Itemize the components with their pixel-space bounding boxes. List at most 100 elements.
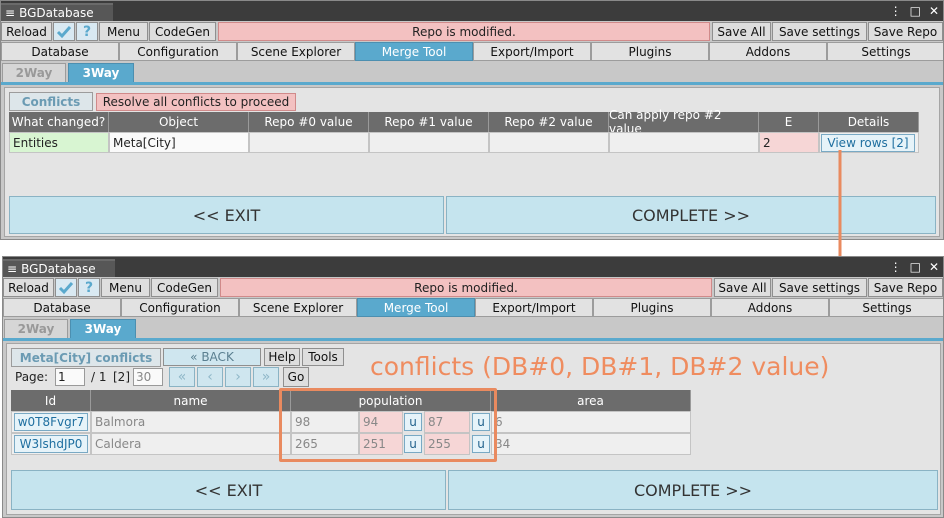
col-area: area: [491, 390, 691, 411]
cell-what-changed: Entities: [9, 132, 109, 153]
row-id-button[interactable]: W3lshdJP0: [14, 435, 88, 453]
tab-addons[interactable]: Addons: [711, 298, 829, 317]
tab-configuration[interactable]: Configuration: [119, 42, 237, 61]
close-icon[interactable]: ✕: [929, 259, 939, 275]
window-controls-2: ⋮ □ ✕: [890, 259, 939, 275]
tab-merge-tool[interactable]: Merge Tool: [355, 42, 473, 61]
save-repo-button-2[interactable]: Save Repo: [868, 278, 943, 297]
menu-button[interactable]: Menu: [99, 22, 148, 41]
tab-scene-explorer[interactable]: Scene Explorer: [237, 42, 355, 61]
status-message: Repo is modified.: [218, 22, 710, 41]
back-label: BACK: [201, 350, 234, 364]
maximize-icon[interactable]: □: [910, 259, 921, 275]
maximize-icon[interactable]: □: [910, 3, 921, 19]
question-icon[interactable]: ?: [78, 278, 100, 297]
tools-button[interactable]: Tools: [302, 348, 344, 366]
window-titlebar-2: ≡ BGDatabase ⋮ □ ✕: [3, 257, 943, 277]
hamburger-icon: ≡: [7, 262, 18, 276]
reload-button-2[interactable]: Reload: [3, 278, 54, 297]
tab-addons[interactable]: Addons: [709, 42, 827, 61]
save-settings-button[interactable]: Save settings: [772, 22, 867, 41]
codegen-button-2[interactable]: CodeGen: [151, 278, 218, 297]
subtab-2way[interactable]: 2Way: [2, 63, 66, 83]
window-controls: ⋮ □ ✕: [890, 3, 939, 19]
tab-settings[interactable]: Settings: [827, 42, 943, 61]
exit-button-2[interactable]: << EXIT: [11, 470, 446, 510]
subtab-2way[interactable]: 2Way: [4, 319, 68, 339]
save-all-button[interactable]: Save All: [712, 22, 771, 41]
reload-button[interactable]: Reload: [1, 22, 52, 41]
col-id: Id: [11, 390, 91, 411]
table-row-cell-area: 34: [491, 433, 691, 455]
cell-e: 2: [759, 132, 819, 153]
check-icon[interactable]: [55, 278, 77, 297]
tab-merge-tool[interactable]: Merge Tool: [357, 298, 475, 317]
conflicts-title: Meta[City] conflicts: [11, 348, 161, 367]
prev-page-icon[interactable]: ‹: [197, 367, 223, 387]
codegen-button[interactable]: CodeGen: [149, 22, 216, 41]
complete-button[interactable]: COMPLETE >>: [446, 196, 936, 234]
col-name: name: [91, 390, 291, 411]
close-icon[interactable]: ✕: [929, 3, 939, 19]
subtab-underline: [1, 82, 943, 85]
col-details: Details: [819, 112, 919, 132]
window-titlebar: ≡ BGDatabase ⋮ □ ✕: [1, 1, 943, 21]
back-button[interactable]: « BACK: [163, 348, 261, 366]
exit-button[interactable]: << EXIT: [9, 196, 444, 234]
tab-configuration[interactable]: Configuration: [121, 298, 239, 317]
cell-can-apply: [609, 132, 759, 153]
save-settings-button-2[interactable]: Save settings: [772, 278, 867, 297]
tab-database[interactable]: Database: [3, 298, 121, 317]
question-icon[interactable]: ?: [76, 22, 98, 41]
cell-repo1: [369, 132, 489, 153]
page-input[interactable]: 1: [55, 368, 85, 386]
page-total: / 1: [91, 370, 107, 384]
more-options-icon[interactable]: ⋮: [890, 259, 902, 275]
first-page-icon[interactable]: «: [169, 367, 195, 387]
merge-tool-panel-conflicts: ≡ BGDatabase ⋮ □ ✕ Reload ? Menu CodeGen…: [2, 256, 944, 518]
more-options-icon[interactable]: ⋮: [890, 3, 902, 19]
hamburger-icon: ≡: [5, 6, 16, 20]
row-id-button[interactable]: w0T8Fvgr7: [14, 413, 88, 431]
tab-plugins[interactable]: Plugins: [593, 298, 711, 317]
last-page-icon[interactable]: »: [253, 367, 279, 387]
check-icon[interactable]: [53, 22, 75, 41]
tab-settings[interactable]: Settings: [829, 298, 943, 317]
tab-export-import[interactable]: Export/Import: [473, 42, 591, 61]
page-size-input[interactable]: 30: [133, 368, 163, 386]
conflicts-tab[interactable]: Conflicts: [9, 92, 93, 111]
tab-database[interactable]: Database: [1, 42, 119, 61]
table-row-cell-name: Balmora: [91, 411, 291, 433]
conflicts-warning: Resolve all conflicts to proceed: [96, 93, 296, 111]
cell-repo0: [249, 132, 369, 153]
cell-repo2: [489, 132, 609, 153]
col-repo1: Repo #1 value: [369, 112, 489, 132]
window-tab-2[interactable]: ≡ BGDatabase: [3, 259, 115, 277]
subtab-3way[interactable]: 3Way: [70, 319, 136, 339]
subtab-3way[interactable]: 3Way: [68, 63, 134, 83]
subtab-underline: [3, 338, 943, 341]
table-row-cell-area: 6: [491, 411, 691, 433]
complete-button-2[interactable]: COMPLETE >>: [448, 470, 938, 510]
col-what-changed: What changed?: [9, 112, 109, 132]
annotation-highlight-box: [279, 388, 497, 462]
page-label: Page:: [15, 370, 49, 384]
main-tab-bar: Database Configuration Scene Explorer Me…: [1, 42, 943, 61]
go-button[interactable]: Go: [283, 367, 309, 387]
save-all-button-2[interactable]: Save All: [714, 278, 771, 297]
col-can-apply: Can apply repo #2 value: [609, 108, 759, 136]
window-title-2: BGDatabase: [21, 262, 96, 276]
save-repo-button[interactable]: Save Repo: [868, 22, 943, 41]
menu-button-2[interactable]: Menu: [101, 278, 150, 297]
tab-export-import[interactable]: Export/Import: [475, 298, 593, 317]
help-button[interactable]: Help: [264, 348, 300, 366]
window-title: BGDatabase: [19, 6, 94, 20]
col-e: E: [759, 112, 819, 132]
merge-content: Conflicts Resolve all conflicts to proce…: [4, 87, 940, 237]
tab-scene-explorer[interactable]: Scene Explorer: [239, 298, 357, 317]
annotation-label: conflicts (DB#0, DB#1, DB#2 value): [370, 352, 830, 381]
window-tab[interactable]: ≡ BGDatabase: [1, 3, 113, 21]
next-page-icon[interactable]: ›: [225, 367, 251, 387]
main-tab-bar-2: Database Configuration Scene Explorer Me…: [3, 298, 943, 317]
tab-plugins[interactable]: Plugins: [591, 42, 709, 61]
